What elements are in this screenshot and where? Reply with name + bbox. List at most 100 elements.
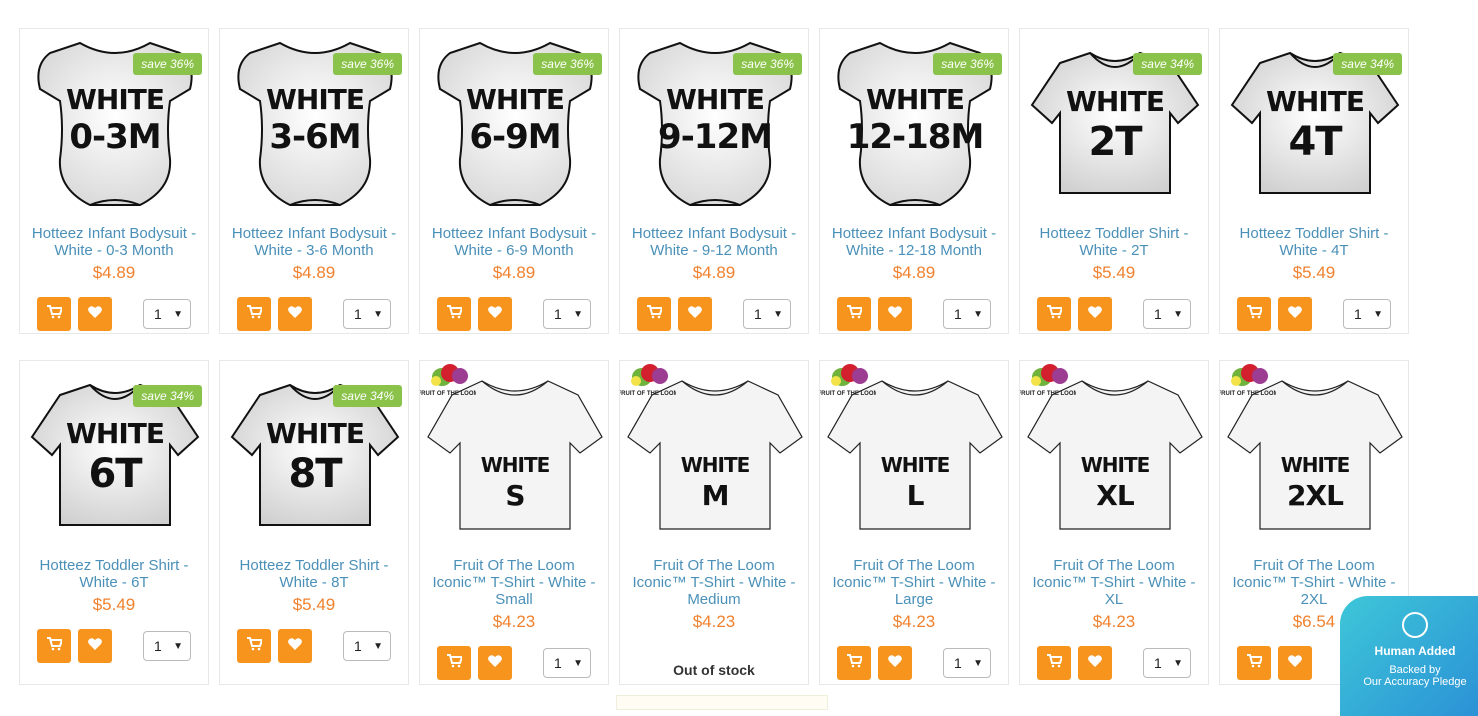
- product-image-link[interactable]: WHITE 9-12M save 36%: [620, 29, 810, 219]
- heart-icon: [487, 305, 503, 324]
- add-to-cart-button[interactable]: [437, 646, 471, 680]
- add-to-cart-button[interactable]: [1037, 646, 1071, 680]
- add-to-wishlist-button[interactable]: [478, 297, 512, 331]
- add-to-wishlist-button[interactable]: [1078, 646, 1112, 680]
- product-image-link[interactable]: WHITE 12-18M save 36%: [820, 29, 1010, 219]
- product-title-link[interactable]: Fruit Of The Loom Iconic™ T-Shirt - Whit…: [420, 557, 608, 608]
- add-to-wishlist-button[interactable]: [278, 629, 312, 663]
- accuracy-pledge-badge[interactable]: Human Added Backed by Our Accuracy Pledg…: [1340, 596, 1478, 716]
- product-title-link[interactable]: Fruit Of The Loom Iconic™ T-Shirt - Whit…: [820, 557, 1008, 608]
- quantity-select[interactable]: 1▼: [543, 648, 591, 678]
- garment-size-label: 2XL: [1287, 479, 1344, 512]
- heart-icon: [1087, 305, 1103, 324]
- product-card: WHITE 2T save 34% Hotteez Toddler Shirt - W…: [1019, 28, 1209, 334]
- product-image-link[interactable]: WHITE 0-3M save 36%: [20, 29, 210, 219]
- add-to-cart-button[interactable]: [637, 297, 671, 331]
- heart-icon: [487, 654, 503, 673]
- add-to-wishlist-button[interactable]: [878, 297, 912, 331]
- product-title-link[interactable]: Fruit Of The Loom Iconic™ T-Shirt - Whit…: [1020, 557, 1208, 608]
- product-actions: 1▼: [837, 297, 1008, 331]
- quantity-select[interactable]: 1▼: [343, 299, 391, 329]
- add-to-cart-button[interactable]: [837, 297, 871, 331]
- product-image-link[interactable]: WHITE 2T save 34%: [1020, 29, 1210, 219]
- add-to-wishlist-button[interactable]: [1278, 297, 1312, 331]
- garment-size-label: S: [505, 479, 525, 512]
- fruit-of-the-loom-logo: FRUIT OF THE LOOM: [420, 364, 476, 397]
- product-image-link[interactable]: WHITE 3-6M save 36%: [220, 29, 410, 219]
- product-price: $4.89: [892, 263, 936, 282]
- add-to-cart-button[interactable]: [1237, 297, 1271, 331]
- chevron-down-icon: ▼: [1173, 308, 1183, 320]
- quantity-select[interactable]: 1▼: [743, 299, 791, 329]
- product-card: WHITE 9-12M save 36% Hotteez Infant Bodysui…: [619, 28, 809, 334]
- add-to-wishlist-button[interactable]: [78, 629, 112, 663]
- product-image-link[interactable]: WHITE S FRUIT OF THE LOOM: [420, 361, 610, 551]
- product-title-link[interactable]: Hotteez Toddler Shirt - White - 4T: [1220, 225, 1408, 259]
- product-title-link[interactable]: Hotteez Infant Bodysuit - White - 9-12 M…: [620, 225, 808, 259]
- product-actions: 1▼: [1037, 297, 1208, 331]
- product-image-link[interactable]: WHITE 2XL FRUIT OF THE LOOM: [1220, 361, 1410, 551]
- save-badge: save 36%: [533, 53, 602, 75]
- svg-text:FRUIT OF THE LOOM: FRUIT OF THE LOOM: [820, 391, 876, 397]
- add-to-cart-button[interactable]: [37, 629, 71, 663]
- cart-icon: [646, 304, 664, 324]
- add-to-wishlist-button[interactable]: [278, 297, 312, 331]
- add-to-wishlist-button[interactable]: [1078, 297, 1112, 331]
- product-title-link[interactable]: Fruit Of The Loom Iconic™ T-Shirt - Whit…: [620, 557, 808, 608]
- garment-color-label: WHITE: [1066, 85, 1165, 118]
- quantity-select[interactable]: 1▼: [343, 631, 391, 661]
- add-to-wishlist-button[interactable]: [878, 646, 912, 680]
- pledge-title: Human Added: [1374, 644, 1456, 658]
- add-to-wishlist-button[interactable]: [78, 297, 112, 331]
- quantity-select[interactable]: 1▼: [943, 299, 991, 329]
- add-to-cart-button[interactable]: [237, 297, 271, 331]
- product-title-link[interactable]: Hotteez Toddler Shirt - White - 8T: [220, 557, 408, 591]
- quantity-select[interactable]: 1▼: [943, 648, 991, 678]
- quantity-select[interactable]: 1▼: [543, 299, 591, 329]
- product-row: WHITE 6T save 34% Hotteez Toddler Shirt - W…: [19, 360, 1423, 685]
- quantity-select[interactable]: 1▼: [1143, 648, 1191, 678]
- quantity-select[interactable]: 1▼: [143, 631, 191, 661]
- product-card: WHITE 8T save 34% Hotteez Toddler Shirt - W…: [219, 360, 409, 685]
- product-image-link[interactable]: WHITE 8T save 34%: [220, 361, 410, 551]
- add-to-wishlist-button[interactable]: [478, 646, 512, 680]
- garment-size-label: 4T: [1288, 119, 1342, 165]
- product-title-link[interactable]: Hotteez Toddler Shirt - White - 2T: [1020, 225, 1208, 259]
- add-to-cart-button[interactable]: [837, 646, 871, 680]
- svg-text:FRUIT OF THE LOOM: FRUIT OF THE LOOM: [420, 391, 476, 397]
- save-badge: save 34%: [1133, 53, 1202, 75]
- product-image-link[interactable]: WHITE L FRUIT OF THE LOOM: [820, 361, 1010, 551]
- quantity-select[interactable]: 1▼: [1143, 299, 1191, 329]
- cart-icon: [1046, 304, 1064, 324]
- quantity-select[interactable]: 1▼: [143, 299, 191, 329]
- product-actions: 1▼: [837, 646, 1008, 680]
- chevron-down-icon: ▼: [373, 308, 383, 320]
- garment-color-label: WHITE: [266, 83, 365, 116]
- garment-size-label: 6-9M: [469, 117, 561, 157]
- add-to-wishlist-button[interactable]: [1278, 646, 1312, 680]
- quantity-select[interactable]: 1▼: [1343, 299, 1391, 329]
- add-to-cart-button[interactable]: [1037, 297, 1071, 331]
- product-image-link[interactable]: WHITE M FRUIT OF THE LOOM: [620, 361, 810, 551]
- save-badge: save 34%: [1333, 53, 1402, 75]
- product-image-link[interactable]: WHITE 6-9M save 36%: [420, 29, 610, 219]
- product-image-link[interactable]: WHITE 4T save 34%: [1220, 29, 1410, 219]
- product-image-link[interactable]: WHITE 6T save 34%: [20, 361, 210, 551]
- product-title-link[interactable]: Hotteez Infant Bodysuit - White - 12-18 …: [820, 225, 1008, 259]
- garment-size-label: 12-18M: [846, 117, 985, 157]
- product-image-link[interactable]: WHITE XL FRUIT OF THE LOOM: [1020, 361, 1210, 551]
- save-badge: save 36%: [933, 53, 1002, 75]
- cart-icon: [846, 653, 864, 673]
- add-to-wishlist-button[interactable]: [678, 297, 712, 331]
- product-title-link[interactable]: Hotteez Toddler Shirt - White - 6T: [20, 557, 208, 591]
- add-to-cart-button[interactable]: [437, 297, 471, 331]
- add-to-cart-button[interactable]: [1237, 646, 1271, 680]
- product-title-link[interactable]: Hotteez Infant Bodysuit - White - 6-9 Mo…: [420, 225, 608, 259]
- product-title-link[interactable]: Hotteez Infant Bodysuit - White - 0-3 Mo…: [20, 225, 208, 259]
- chevron-down-icon: ▼: [173, 308, 183, 320]
- heart-icon: [287, 305, 303, 324]
- add-to-cart-button[interactable]: [37, 297, 71, 331]
- pledge-line-1: Backed by: [1389, 664, 1441, 676]
- product-title-link[interactable]: Hotteez Infant Bodysuit - White - 3-6 Mo…: [220, 225, 408, 259]
- add-to-cart-button[interactable]: [237, 629, 271, 663]
